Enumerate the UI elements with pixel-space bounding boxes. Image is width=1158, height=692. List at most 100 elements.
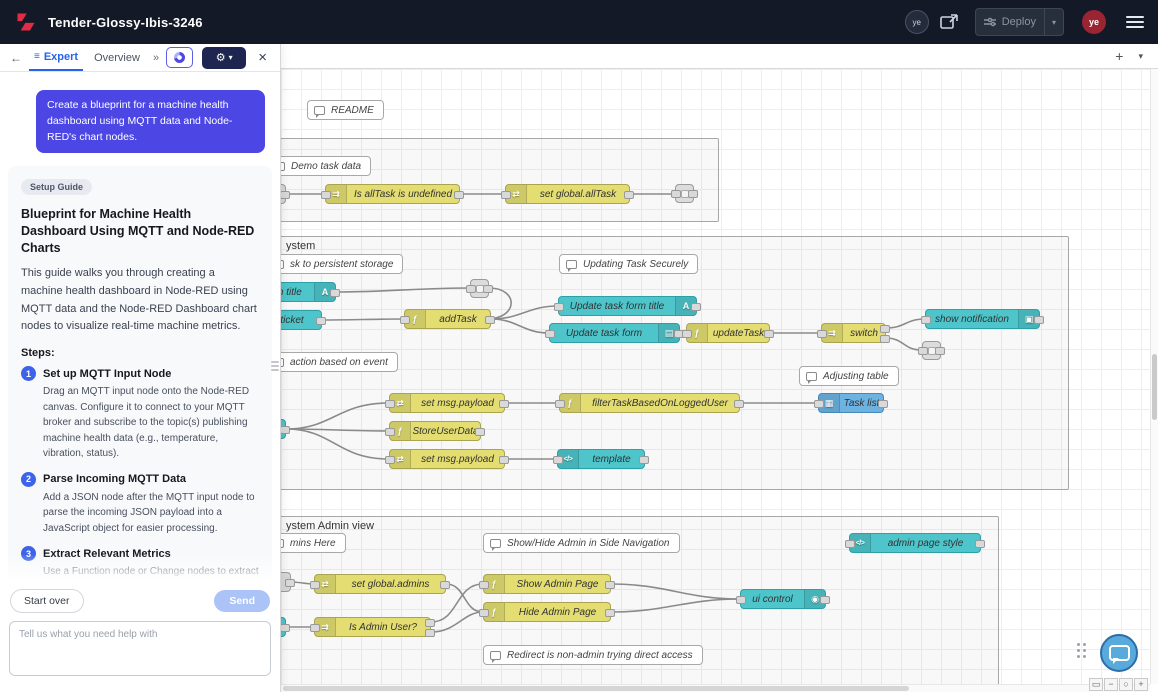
- node-input-port[interactable]: [466, 285, 476, 293]
- node-input-port[interactable]: [310, 581, 320, 589]
- flow-node-gray[interactable]: [281, 572, 291, 592]
- assistant-input[interactable]: [9, 621, 271, 676]
- node-output-port[interactable]: [499, 400, 509, 408]
- node-input-port[interactable]: [545, 330, 555, 338]
- node-input-port[interactable]: [736, 596, 746, 604]
- comment-node-action-based-on-event[interactable]: action based on event: [281, 352, 398, 372]
- flow-node-storeuserdata[interactable]: ƒStoreUserData: [389, 421, 481, 441]
- flow-node-filtertaskbasedonloggeduser[interactable]: ƒfilterTaskBasedOnLoggedUser: [559, 393, 740, 413]
- node-output-port[interactable]: [639, 456, 649, 464]
- wire[interactable]: [336, 288, 470, 292]
- wire[interactable]: [286, 403, 389, 429]
- node-input-port[interactable]: [385, 456, 395, 464]
- node-output-port[interactable]: [281, 624, 290, 632]
- chart-view-button[interactable]: [166, 47, 193, 68]
- flow-node-admin-page-style[interactable]: </>admin page style: [849, 533, 981, 553]
- node-input-port[interactable]: [553, 456, 563, 464]
- comment-node-show-hide-admin-in-side-navigation[interactable]: Show/Hide Admin in Side Navigation: [483, 533, 680, 553]
- node-input-port[interactable]: [918, 347, 928, 355]
- flow-node-show-admin-page[interactable]: ƒShow Admin Page: [483, 574, 611, 594]
- flow-node-template[interactable]: </>template: [557, 449, 645, 469]
- node-output-port[interactable]: [605, 609, 615, 617]
- node-input-port[interactable]: [321, 191, 331, 199]
- flow-node-ticket[interactable]: ticket: [281, 310, 322, 330]
- horizontal-scroll-thumb[interactable]: [283, 686, 909, 691]
- flow-node-set-global-admins[interactable]: ⇄set global.admins: [314, 574, 446, 594]
- drag-dots-icon[interactable]: [1077, 643, 1086, 658]
- flow-node-gray[interactable]: [281, 184, 286, 204]
- node-output-port[interactable]: [880, 335, 890, 343]
- flow-node-switch[interactable]: ⇉switch: [821, 323, 886, 343]
- flow-node-updatetask[interactable]: ƒupdateTask: [686, 323, 770, 343]
- node-output-port[interactable]: [1034, 316, 1044, 324]
- wire[interactable]: [611, 584, 740, 599]
- link-node[interactable]: [675, 184, 694, 203]
- flow-node-m-title[interactable]: m titleA: [281, 282, 336, 302]
- zoom-in-icon[interactable]: +: [1134, 678, 1148, 691]
- node-output-port[interactable]: [624, 191, 634, 199]
- node-input-port[interactable]: [310, 624, 320, 632]
- node-output-port[interactable]: [316, 317, 326, 325]
- minimap-icon[interactable]: ▭: [1089, 678, 1103, 691]
- wire[interactable]: [446, 584, 483, 612]
- wire[interactable]: [491, 319, 549, 333]
- start-over-button[interactable]: Start over: [10, 589, 84, 613]
- node-input-port[interactable]: [385, 400, 395, 408]
- node-input-port[interactable]: [817, 330, 827, 338]
- node-output-port[interactable]: [475, 428, 485, 436]
- flow-list-caret-icon[interactable]: ▾: [1138, 51, 1143, 62]
- comment-node-sk-to-persistent-storage[interactable]: sk to persistent storage: [281, 254, 403, 274]
- settings-dropdown-button[interactable]: ⚙ ▾: [202, 47, 246, 69]
- node-output-port[interactable]: [425, 619, 435, 627]
- node-input-port[interactable]: [555, 400, 565, 408]
- deploy-caret-icon[interactable]: ▾: [1045, 18, 1063, 27]
- comment-node-readme[interactable]: README: [307, 100, 384, 120]
- comment-node-updating-task-securely[interactable]: Updating Task Securely: [559, 254, 698, 274]
- node-input-port[interactable]: [479, 581, 489, 589]
- node-output-port[interactable]: [764, 330, 774, 338]
- node-output-port[interactable]: [691, 303, 701, 311]
- node-output-port[interactable]: [483, 285, 493, 293]
- node-input-port[interactable]: [814, 400, 824, 408]
- node-input-port[interactable]: [385, 428, 395, 436]
- open-editor-icon[interactable]: [939, 13, 959, 31]
- flow-node-teal[interactable]: [281, 419, 286, 439]
- assistant-fab-button[interactable]: [1100, 634, 1138, 672]
- horizontal-scrollbar[interactable]: [281, 684, 1150, 692]
- node-input-port[interactable]: [400, 316, 410, 324]
- node-output-port[interactable]: [975, 540, 985, 548]
- add-flow-icon[interactable]: +: [1115, 48, 1123, 64]
- flow-node-set-global-alltask[interactable]: ⇄set global.allTask: [505, 184, 630, 204]
- panel-resize-grip[interactable]: [271, 356, 279, 376]
- comment-node-mins-here[interactable]: mins Here: [281, 533, 346, 553]
- flow-node-set-msg-payload[interactable]: ⇄set msg.payload: [389, 449, 505, 469]
- comment-node-adjusting-table[interactable]: Adjusting table: [799, 366, 899, 386]
- flow-node-update-task-form-title[interactable]: Update task form titleA: [558, 296, 697, 316]
- flow-node-update-task-form[interactable]: Update task form▤: [549, 323, 680, 343]
- close-icon[interactable]: ×: [253, 49, 272, 66]
- wire[interactable]: [886, 319, 925, 328]
- flow-node-task-list[interactable]: ▦Task list: [818, 393, 884, 413]
- node-output-port[interactable]: [878, 400, 888, 408]
- node-input-port[interactable]: [682, 330, 692, 338]
- user-avatar[interactable]: ye: [1082, 10, 1106, 34]
- zoom-out-icon[interactable]: −: [1104, 678, 1118, 691]
- comment-node-redirect-is-non-admin-trying-direct-access[interactable]: Redirect is non-admin trying direct acce…: [483, 645, 703, 665]
- wire[interactable]: [886, 338, 922, 350]
- link-node[interactable]: [922, 341, 941, 360]
- wire[interactable]: [286, 429, 389, 459]
- node-input-port[interactable]: [479, 609, 489, 617]
- node-output-port[interactable]: [454, 191, 464, 199]
- zoom-reset-icon[interactable]: ○: [1119, 678, 1133, 691]
- node-input-port[interactable]: [845, 540, 855, 548]
- node-output-port[interactable]: [688, 190, 698, 198]
- flow-node-show-notification[interactable]: show notification▣: [925, 309, 1040, 329]
- back-icon[interactable]: ←: [8, 51, 24, 65]
- flow-node-is-admin-user[interactable]: ⇉Is Admin User?: [314, 617, 431, 637]
- team-avatar[interactable]: ye: [905, 10, 929, 34]
- send-button[interactable]: Send: [214, 590, 270, 612]
- deploy-button[interactable]: Deploy ▾: [975, 8, 1064, 36]
- node-input-port[interactable]: [921, 316, 931, 324]
- wire[interactable]: [322, 319, 404, 320]
- node-input-port[interactable]: [501, 191, 511, 199]
